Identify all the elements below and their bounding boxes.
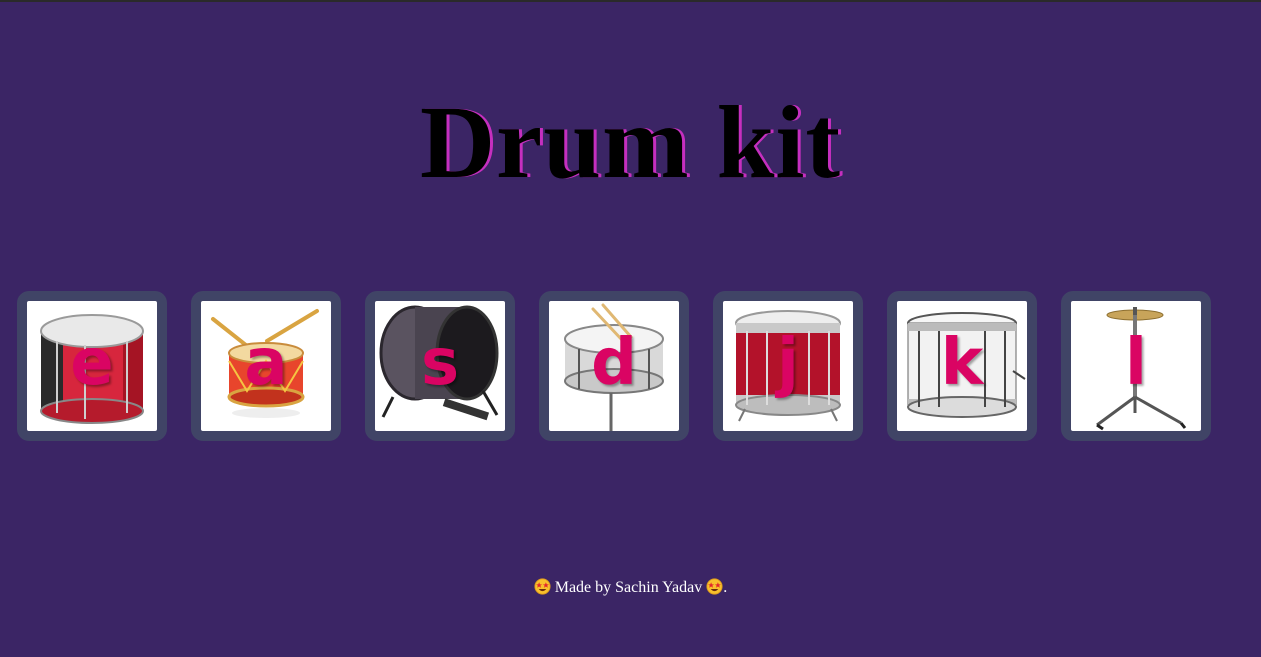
drum-image: d xyxy=(549,301,679,431)
drum-image: s xyxy=(375,301,505,431)
page-title: Drum kit xyxy=(419,85,842,200)
drum-pad-s[interactable]: s xyxy=(365,291,515,441)
drum-pad-j[interactable]: j xyxy=(713,291,863,441)
drum-pad-d[interactable]: d xyxy=(539,291,689,441)
drum-key-label: k xyxy=(940,326,984,400)
footer: Made by Sachin Yadav . xyxy=(0,576,1261,600)
drum-pad-a[interactable]: a xyxy=(191,291,341,441)
drum-image: l xyxy=(1071,301,1201,431)
footer-credit: Made by Sachin Yadav xyxy=(554,579,703,596)
drum-key-label: j xyxy=(777,326,799,400)
star-struck-emoji-icon xyxy=(706,578,723,595)
drum-key-label: d xyxy=(591,326,637,400)
footer-trailing: . xyxy=(723,579,728,596)
drum-key-label: s xyxy=(420,326,460,400)
star-struck-emoji-icon xyxy=(534,578,551,595)
drum-pad-e[interactable]: e xyxy=(17,291,167,441)
top-border xyxy=(0,0,1261,2)
drum-image: e xyxy=(27,301,157,431)
drum-key-label: l xyxy=(1125,326,1147,400)
drum-pad-k[interactable]: k xyxy=(887,291,1037,441)
drum-image: j xyxy=(723,301,853,431)
drum-pad-row: e a s d j k l xyxy=(17,291,1247,441)
drum-image: k xyxy=(897,301,1027,431)
drum-key-label: e xyxy=(70,326,114,400)
drum-image: a xyxy=(201,301,331,431)
drum-key-label: a xyxy=(244,326,288,400)
drum-pad-l[interactable]: l xyxy=(1061,291,1211,441)
